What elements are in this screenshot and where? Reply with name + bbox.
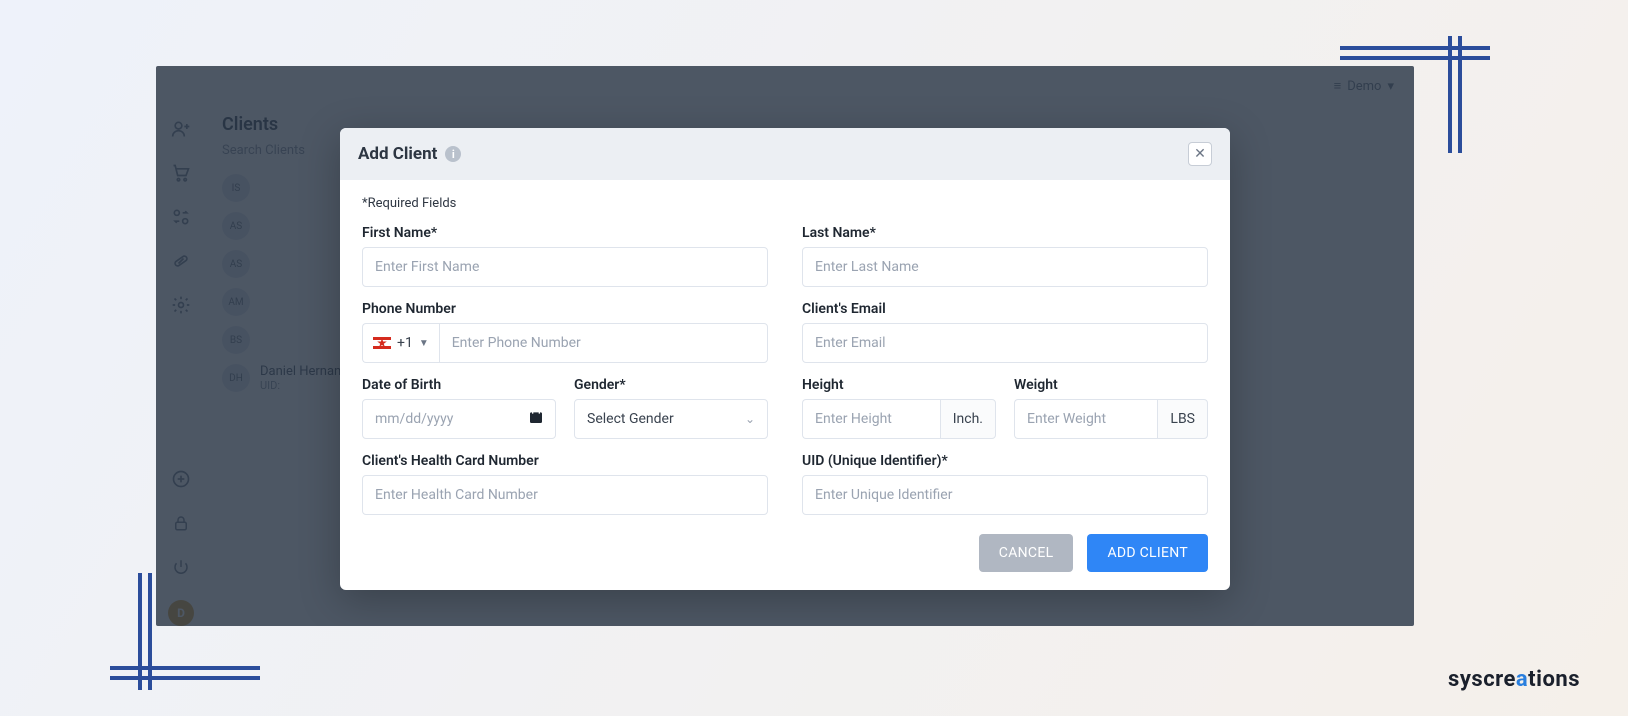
phone-input[interactable] bbox=[439, 323, 768, 363]
chevron-down-icon: ⌄ bbox=[745, 412, 755, 426]
required-fields-note: *Required Fields bbox=[362, 196, 1208, 211]
last-name-label: Last Name* bbox=[802, 225, 1208, 241]
first-name-label: First Name* bbox=[362, 225, 768, 241]
chevron-down-icon: ▼ bbox=[419, 338, 429, 349]
weight-unit: LBS bbox=[1157, 399, 1208, 439]
health-card-input[interactable] bbox=[362, 475, 768, 515]
cancel-button[interactable]: CANCEL bbox=[979, 534, 1074, 572]
modal-title: Add Client bbox=[358, 144, 437, 164]
email-input[interactable] bbox=[802, 323, 1208, 363]
modal-title-wrap: Add Client i bbox=[358, 144, 461, 164]
uid-label: UID (Unique Identifier)* bbox=[802, 453, 1208, 469]
canada-flag-icon bbox=[373, 337, 391, 349]
height-input[interactable] bbox=[802, 399, 940, 439]
gender-placeholder: Select Gender bbox=[587, 411, 674, 427]
modal-backdrop: Add Client i ✕ *Required Fields First Na… bbox=[156, 66, 1414, 626]
brand-logo: syscreations bbox=[1448, 667, 1580, 692]
height-label: Height bbox=[802, 377, 996, 393]
first-name-input[interactable] bbox=[362, 247, 768, 287]
uid-input[interactable] bbox=[802, 475, 1208, 515]
weight-label: Weight bbox=[1014, 377, 1208, 393]
weight-input[interactable] bbox=[1014, 399, 1157, 439]
gender-label: Gender* bbox=[574, 377, 768, 393]
brand-accent: a bbox=[1516, 667, 1528, 692]
dob-label: Date of Birth bbox=[362, 377, 556, 393]
add-client-button[interactable]: ADD CLIENT bbox=[1087, 534, 1208, 572]
health-card-label: Client's Health Card Number bbox=[362, 453, 768, 469]
email-label: Client's Email bbox=[802, 301, 1208, 317]
brand-pre: syscre bbox=[1448, 667, 1516, 692]
info-icon[interactable]: i bbox=[445, 146, 461, 162]
app-window: ≡ Demo ▾ D Clients Search Clients IS AS … bbox=[156, 66, 1414, 626]
close-button[interactable]: ✕ bbox=[1188, 142, 1212, 166]
close-icon: ✕ bbox=[1194, 146, 1206, 162]
gender-select[interactable]: Select Gender ⌄ bbox=[574, 399, 768, 439]
modal-footer: CANCEL ADD CLIENT bbox=[340, 520, 1230, 590]
modal-body: *Required Fields First Name* Last Name* … bbox=[340, 180, 1230, 520]
phone-label: Phone Number bbox=[362, 301, 768, 317]
dial-code: +1 bbox=[397, 335, 413, 351]
country-code-selector[interactable]: +1 ▼ bbox=[362, 323, 439, 363]
last-name-input[interactable] bbox=[802, 247, 1208, 287]
brand-post: tions bbox=[1528, 667, 1580, 692]
height-unit: Inch. bbox=[940, 399, 996, 439]
modal-header: Add Client i ✕ bbox=[340, 128, 1230, 180]
add-client-modal: Add Client i ✕ *Required Fields First Na… bbox=[340, 128, 1230, 590]
dob-input[interactable] bbox=[362, 399, 556, 439]
